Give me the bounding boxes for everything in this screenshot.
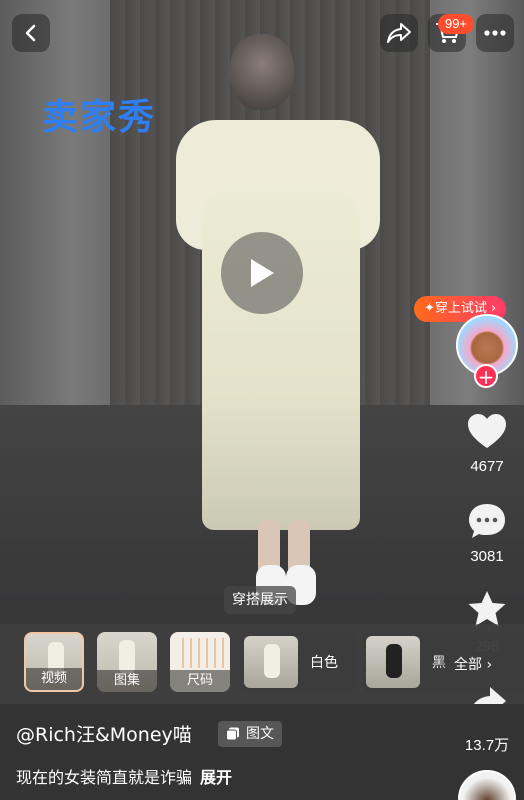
size-chart-image [176,638,224,668]
chevron-left-icon [25,24,36,42]
thumb-size-label: 尺码 [170,670,230,692]
back-button[interactable] [12,14,50,52]
thumb-gallery[interactable]: 图集 [97,632,157,692]
post-caption: 现在的女装简直就是诈骗 展开 [16,764,232,788]
thumb-figure [386,644,402,678]
post-type-label: 图文 [246,726,274,742]
thumb-size[interactable]: 尺码 [170,632,230,692]
play-button[interactable] [221,232,303,314]
color-swatch-white [244,636,298,688]
post-type-tag: 图文 [218,721,282,747]
thumb-video[interactable]: 视频 [24,632,84,692]
comment-button[interactable] [464,498,510,544]
thumb-figure [264,644,280,678]
comment-bubble-icon [469,504,505,538]
star-icon [468,591,506,626]
caption-text: 现在的女装简直就是诈骗 [16,768,193,787]
wall-left [0,0,120,420]
comment-count: 3081 [470,548,504,565]
thumb-gallery-label: 图集 [97,670,157,692]
author-name[interactable]: @Rich汪&Money喵 [16,720,192,747]
like-button[interactable] [464,408,510,454]
heart-icon [468,414,506,448]
thumb-video-label: 视频 [26,668,82,690]
share-button[interactable] [380,14,418,52]
color-swatch-black [366,636,420,688]
view-all-label: 全部 › [454,657,493,673]
cart-count-badge: 99+ [438,14,474,34]
like-count: 4677 [470,458,504,475]
follow-plus-icon[interactable]: + [474,364,498,388]
more-dots-icon [484,30,506,36]
outfit-display-tag: 穿搭展示 [224,586,296,614]
pages-icon [226,727,239,741]
color-name-white: 白色 [310,655,338,671]
share-arrow-icon [387,23,411,43]
seller-show-watermark: 卖家秀 [42,97,157,138]
expand-link[interactable]: 展开 [200,768,232,787]
model-head [230,34,294,110]
more-button[interactable] [476,14,514,52]
share-count: 13.7万 [464,737,510,754]
thumb-figure [119,640,135,674]
play-icon [251,259,274,287]
try-on-label: ✦穿上试试 [424,301,487,316]
color-option-white[interactable]: 白色 [240,632,356,692]
